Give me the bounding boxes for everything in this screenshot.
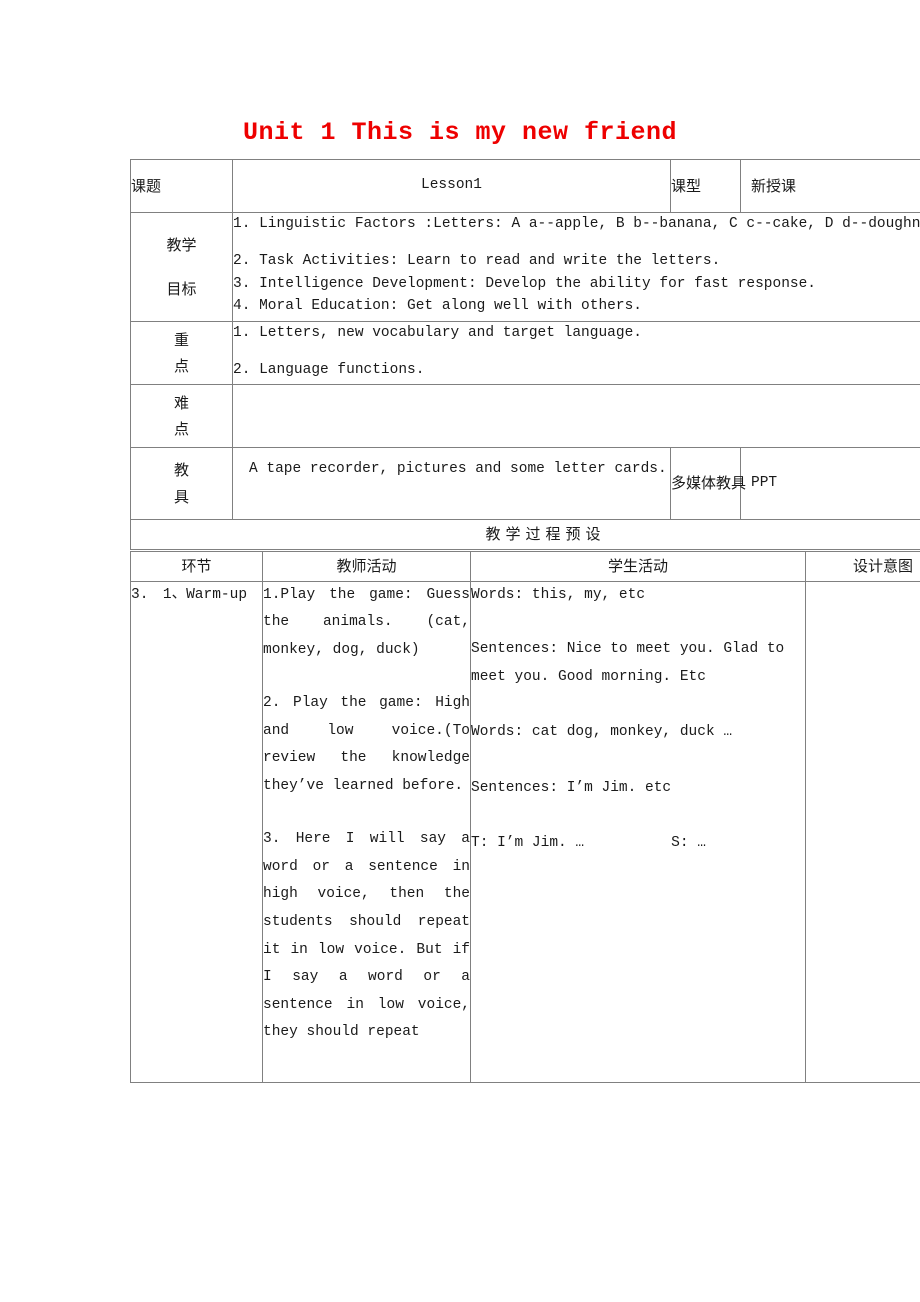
key-points-label-line1: 重 (173, 330, 189, 349)
table-row-process-content: 3. 1、Warm-up 1.Play the game: Guess the … (130, 580, 920, 1083)
teacher-activity-item: 2. Play the game: High and low voice.(To… (263, 695, 470, 794)
difficult-points-label-line2: 点 (173, 420, 189, 438)
teaching-aids-label-line2: 具 (173, 487, 189, 506)
process-banner: 教学过程预设 (130, 519, 920, 550)
student-activity-item: Words: cat dog, monkey, duck … (471, 724, 733, 741)
key-points-label: 重 点 (130, 321, 233, 385)
column-header-student: 学生活动 (470, 551, 806, 582)
objective-item: 4. Moral Education: Get along well with … (233, 298, 642, 315)
multimedia-value: PPT (740, 447, 920, 520)
objectives-label-line1: 教学 (166, 235, 197, 254)
table-row-topic: 课题 Lesson1 课型 新授课 (130, 159, 920, 213)
column-header-segment: 环节 (130, 551, 263, 582)
table-row-teaching-aids: 教 具 A tape recorder, pictures and some l… (130, 447, 920, 520)
objective-item: 2. Task Activities: Learn to read and wr… (233, 253, 721, 270)
key-points-label-line2: 点 (173, 357, 189, 375)
difficult-points-label-line1: 难 (173, 393, 189, 412)
objectives-label: 教学 目标 (130, 212, 233, 322)
teaching-aids-label: 教 具 (130, 447, 233, 520)
difficult-points-label: 难 点 (130, 384, 233, 448)
topic-value: Lesson1 (232, 159, 671, 213)
key-point-item: 1. Letters, new vocabulary and target la… (233, 325, 642, 341)
column-header-intent: 设计意图 (805, 551, 920, 582)
objective-item: 3. Intelligence Development: Develop the… (233, 275, 816, 292)
objective-item: 1. Linguistic Factors :Letters: A a--app… (233, 216, 920, 232)
design-intent-cell (805, 580, 920, 1083)
table-row-process-banner: 教学过程预设 (130, 519, 920, 550)
objectives-content: 1. Linguistic Factors :Letters: A a--app… (232, 212, 920, 322)
lesson-type-value: 新授课 (740, 159, 920, 213)
process-table: 环节 教师活动 学生活动 设计意图 3. 1、Warm-up 1.Play th… (130, 551, 920, 1083)
student-activity-cell: Words: this, my, etc Sentences: Nice to … (470, 580, 806, 1083)
teaching-aids-value: A tape recorder, pictures and some lette… (232, 447, 671, 520)
teacher-activity-item: 1.Play the game: Guess the animals. (cat… (263, 586, 470, 658)
document-page: Unit 1 This is my new friend 课题 Lesson1 … (0, 0, 920, 1302)
student-activity-item: Sentences: I’m Jim. etc (471, 779, 672, 796)
lesson-plan-table: 课题 Lesson1 课型 新授课 教学 目标 1. Linguistic Fa… (130, 159, 920, 550)
page-title: Unit 1 This is my new friend (242, 118, 678, 147)
process-header-row: 环节 教师活动 学生活动 设计意图 (130, 551, 920, 582)
student-activity-item: T: I’m Jim. … S: … (471, 835, 706, 852)
multimedia-label: 多媒体教具 (670, 447, 746, 520)
teacher-activity-item: 3. Here I will say a word or a sentence … (263, 831, 470, 1041)
teaching-aids-text: A tape recorder, pictures and some lette… (249, 461, 667, 477)
table-row-objectives: 教学 目标 1. Linguistic Factors :Letters: A … (130, 212, 920, 322)
teacher-activity-cell: 1.Play the game: Guess the animals. (cat… (262, 580, 471, 1083)
table-row-key-points: 重 点 1. Letters, new vocabulary and targe… (130, 321, 920, 385)
key-points-content: 1. Letters, new vocabulary and target la… (232, 321, 920, 385)
teaching-aids-label-line1: 教 (173, 461, 189, 480)
lesson-type-label: 课型 (670, 159, 741, 213)
key-point-item: 2. Language functions. (233, 362, 425, 379)
student-activity-item: Sentences: Nice to meet you. Glad to mee… (471, 641, 785, 685)
difficult-points-content (232, 384, 920, 448)
segment-cell: 3. 1、Warm-up (130, 580, 263, 1083)
table-row-difficult-points: 难 点 (130, 384, 920, 448)
column-header-teacher: 教师活动 (262, 551, 471, 582)
topic-label: 课题 (130, 159, 233, 213)
objectives-label-line2: 目标 (166, 280, 197, 298)
student-activity-item: Words: this, my, etc (471, 586, 646, 603)
